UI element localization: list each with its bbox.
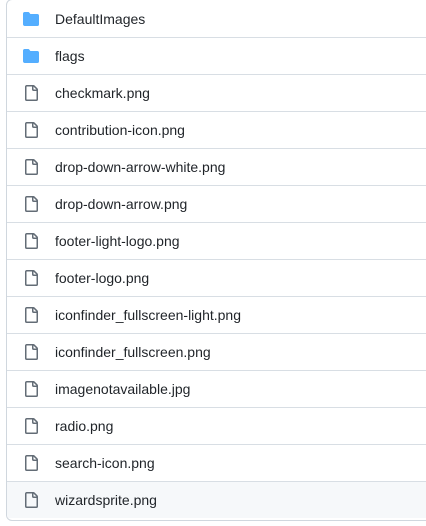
file-name-link[interactable]: imagenotavailable.jpg	[55, 381, 190, 397]
file-icon	[23, 492, 39, 508]
file-icon	[23, 233, 39, 249]
list-item[interactable]: DefaultImages	[7, 0, 426, 37]
file-name-link[interactable]: search-icon.png	[55, 455, 155, 471]
file-name-link[interactable]: iconfinder_fullscreen-light.png	[55, 307, 241, 323]
list-item[interactable]: drop-down-arrow.png	[7, 185, 426, 222]
file-name-link[interactable]: checkmark.png	[55, 85, 150, 101]
file-icon	[23, 307, 39, 323]
list-item[interactable]: imagenotavailable.jpg	[7, 370, 426, 407]
file-name-link[interactable]: footer-logo.png	[55, 270, 149, 286]
file-name-link[interactable]: drop-down-arrow.png	[55, 196, 187, 212]
file-icon	[23, 344, 39, 360]
folder-icon	[23, 11, 39, 27]
list-item[interactable]: contribution-icon.png	[7, 111, 426, 148]
folder-icon	[23, 48, 39, 64]
file-name-link[interactable]: DefaultImages	[55, 11, 145, 27]
file-icon	[23, 455, 39, 471]
file-list: DefaultImages flags checkmark.png contri…	[6, 0, 426, 521]
list-item[interactable]: drop-down-arrow-white.png	[7, 148, 426, 185]
file-name-link[interactable]: iconfinder_fullscreen.png	[55, 344, 211, 360]
list-item[interactable]: wizardsprite.png	[7, 481, 426, 518]
list-item[interactable]: search-icon.png	[7, 444, 426, 481]
list-item[interactable]: checkmark.png	[7, 74, 426, 111]
file-icon	[23, 418, 39, 434]
list-item[interactable]: footer-light-logo.png	[7, 222, 426, 259]
list-item[interactable]: iconfinder_fullscreen.png	[7, 333, 426, 370]
list-item[interactable]: radio.png	[7, 407, 426, 444]
file-name-link[interactable]: contribution-icon.png	[55, 122, 185, 138]
file-name-link[interactable]: radio.png	[55, 418, 113, 434]
file-icon	[23, 122, 39, 138]
file-icon	[23, 270, 39, 286]
file-icon	[23, 159, 39, 175]
file-icon	[23, 381, 39, 397]
file-name-link[interactable]: drop-down-arrow-white.png	[55, 159, 225, 175]
file-name-link[interactable]: wizardsprite.png	[55, 492, 157, 508]
file-icon	[23, 196, 39, 212]
list-item[interactable]: footer-logo.png	[7, 259, 426, 296]
list-item[interactable]: iconfinder_fullscreen-light.png	[7, 296, 426, 333]
list-item[interactable]: flags	[7, 37, 426, 74]
file-name-link[interactable]: flags	[55, 48, 85, 64]
file-icon	[23, 85, 39, 101]
file-name-link[interactable]: footer-light-logo.png	[55, 233, 180, 249]
